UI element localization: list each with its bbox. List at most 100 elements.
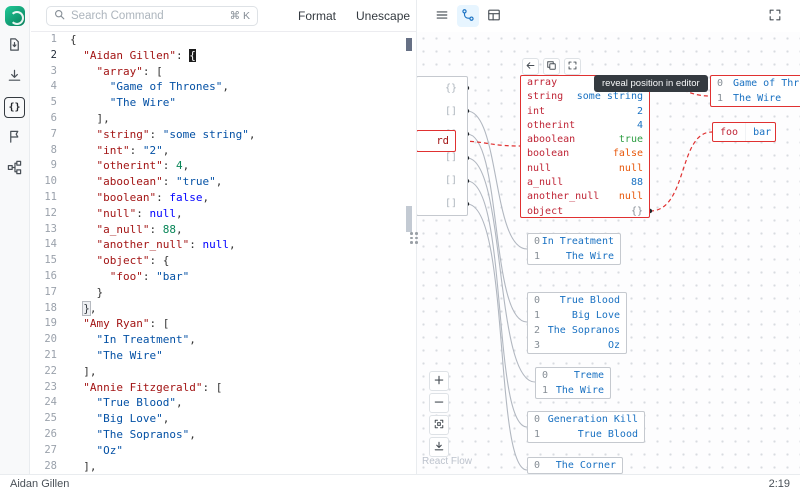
node-row: int2 <box>521 105 649 119</box>
code-line[interactable]: 18 }, <box>39 301 416 317</box>
array-node[interactable]: 0In Treatment1The Wire <box>527 233 621 265</box>
code-line[interactable]: 16 "foo": "bar" <box>39 269 416 285</box>
expand-node-button[interactable] <box>564 58 581 75</box>
editor-toolbar: ⌘ K Format Unescape <box>31 0 416 32</box>
download-icon <box>433 440 445 455</box>
line-number: 27 <box>39 443 57 459</box>
code-line[interactable]: 4 "Game of Thrones", <box>39 79 416 95</box>
array-node[interactable]: 0True Blood1Big Love2The Sopranos3Oz <box>527 292 627 354</box>
graph-view-icon <box>461 8 475 25</box>
object-value: bar <box>746 127 778 138</box>
node-row: stringsome string <box>521 90 649 104</box>
graph-view-button[interactable] <box>457 5 479 27</box>
line-number: 4 <box>39 79 57 95</box>
object-child-node[interactable]: foo bar <box>712 122 776 142</box>
panel-drag-handle[interactable] <box>409 230 419 246</box>
line-number: 19 <box>39 316 57 332</box>
code-line[interactable]: 10 "aboolean": "true", <box>39 174 416 190</box>
node-row: 0Game of Thrones <box>711 76 800 91</box>
code-line[interactable]: 15 "object": { <box>39 253 416 269</box>
code-line[interactable]: 3 "array": [ <box>39 64 416 80</box>
graph-toolbar <box>417 0 800 32</box>
json-view-toggle[interactable]: {} <box>4 97 25 118</box>
search-command-box[interactable]: ⌘ K <box>46 6 258 26</box>
code-line[interactable]: 9 "otherint": 4, <box>39 158 416 174</box>
node-row: 1Big Love <box>528 308 626 323</box>
minus-icon <box>433 396 445 411</box>
selected-object-node[interactable]: arraystringsome stringint2otherint4abool… <box>520 75 650 218</box>
node-row: booleanfalse <box>521 147 649 161</box>
array-node[interactable]: 0Treme1The Wire <box>535 367 611 399</box>
format-button[interactable]: Format <box>298 9 336 23</box>
fullscreen-button[interactable] <box>764 5 786 27</box>
list-view-icon <box>435 8 449 25</box>
graph-panel[interactable]: {}[][][][][] rd reveal positio <box>417 0 800 474</box>
code-line[interactable]: 28 ], <box>39 459 416 474</box>
node-row: 0The Corner <box>528 458 622 473</box>
line-number: 2 <box>39 48 57 64</box>
code-line[interactable]: 27 "Oz" <box>39 443 416 459</box>
reveal-in-editor-button[interactable] <box>522 58 539 75</box>
array-node[interactable]: 0Generation Kill1True Blood <box>527 411 645 443</box>
array-node[interactable]: 0Game of Thrones1The Wire <box>710 75 800 107</box>
node-row: another_nullnull <box>521 190 649 204</box>
code-line[interactable]: 8 "int": "2", <box>39 143 416 159</box>
copy-node-button[interactable] <box>543 58 560 75</box>
node-row: object{} <box>521 205 649 218</box>
code-line[interactable]: 6 ], <box>39 111 416 127</box>
code-line[interactable]: 7 "string": "some string", <box>39 127 416 143</box>
code-line[interactable]: 23 "Annie Fitzgerald": [ <box>39 380 416 396</box>
code-line[interactable]: 17 } <box>39 285 416 301</box>
code-line[interactable]: 24 "True Blood", <box>39 395 416 411</box>
import-file-button[interactable] <box>4 35 26 57</box>
node-row: 1The Wire <box>536 383 610 398</box>
edge <box>467 181 527 427</box>
fit-view-icon <box>433 418 445 433</box>
array-node[interactable]: 0The Corner <box>527 457 623 474</box>
list-view-button[interactable] <box>431 5 453 27</box>
line-number: 17 <box>39 285 57 301</box>
line-number: 21 <box>39 348 57 364</box>
report-button[interactable] <box>4 127 26 149</box>
edge <box>467 111 527 249</box>
unescape-button[interactable]: Unescape <box>356 9 410 23</box>
react-flow-attribution[interactable]: React Flow <box>422 456 472 467</box>
code-line[interactable]: 19 "Amy Ryan": [ <box>39 316 416 332</box>
node-row: nullnull <box>521 162 649 176</box>
graph-nodes-button[interactable] <box>4 158 26 180</box>
download-button[interactable] <box>4 66 26 88</box>
line-number: 8 <box>39 143 57 159</box>
code-line[interactable]: 5 "The Wire" <box>39 95 416 111</box>
expand-icon <box>567 60 578 74</box>
code-line[interactable]: 13 "a_null": 88, <box>39 222 416 238</box>
code-line[interactable]: 22 ], <box>39 364 416 380</box>
line-number: 7 <box>39 127 57 143</box>
code-line[interactable]: 11 "boolean": false, <box>39 190 416 206</box>
code-line[interactable]: 20 "In Treatment", <box>39 332 416 348</box>
code-line[interactable]: 2 "Aidan Gillen": { <box>39 48 416 64</box>
zoom-out-button[interactable] <box>429 393 449 413</box>
line-number: 25 <box>39 411 57 427</box>
code-line[interactable]: 21 "The Wire" <box>39 348 416 364</box>
line-number: 26 <box>39 427 57 443</box>
code-line[interactable]: 12 "null": null, <box>39 206 416 222</box>
zoom-in-button[interactable] <box>429 371 449 391</box>
table-view-button[interactable] <box>483 5 505 27</box>
app-logo <box>5 6 25 26</box>
parent-key-node-clipped[interactable]: rd <box>417 130 456 152</box>
fit-view-button[interactable] <box>429 415 449 435</box>
code-line[interactable]: 14 "another_null": null, <box>39 237 416 253</box>
graph-controls <box>429 371 449 457</box>
line-number: 14 <box>39 237 57 253</box>
code-line[interactable]: 25 "Big Love", <box>39 411 416 427</box>
overview-ruler-cursor-mark <box>406 38 412 51</box>
node-row: 0Treme <box>536 368 610 383</box>
node-row: 3Oz <box>528 338 626 353</box>
download-image-button[interactable] <box>429 437 449 457</box>
code-line[interactable]: 26 "The Sopranos", <box>39 427 416 443</box>
code-line[interactable]: 1{ <box>39 32 416 48</box>
search-input[interactable] <box>71 10 224 22</box>
line-number: 24 <box>39 395 57 411</box>
editor-lines[interactable]: 1{2 "Aidan Gillen": {3 "array": [4 "Game… <box>31 32 416 474</box>
back-arrow-icon <box>525 60 536 74</box>
